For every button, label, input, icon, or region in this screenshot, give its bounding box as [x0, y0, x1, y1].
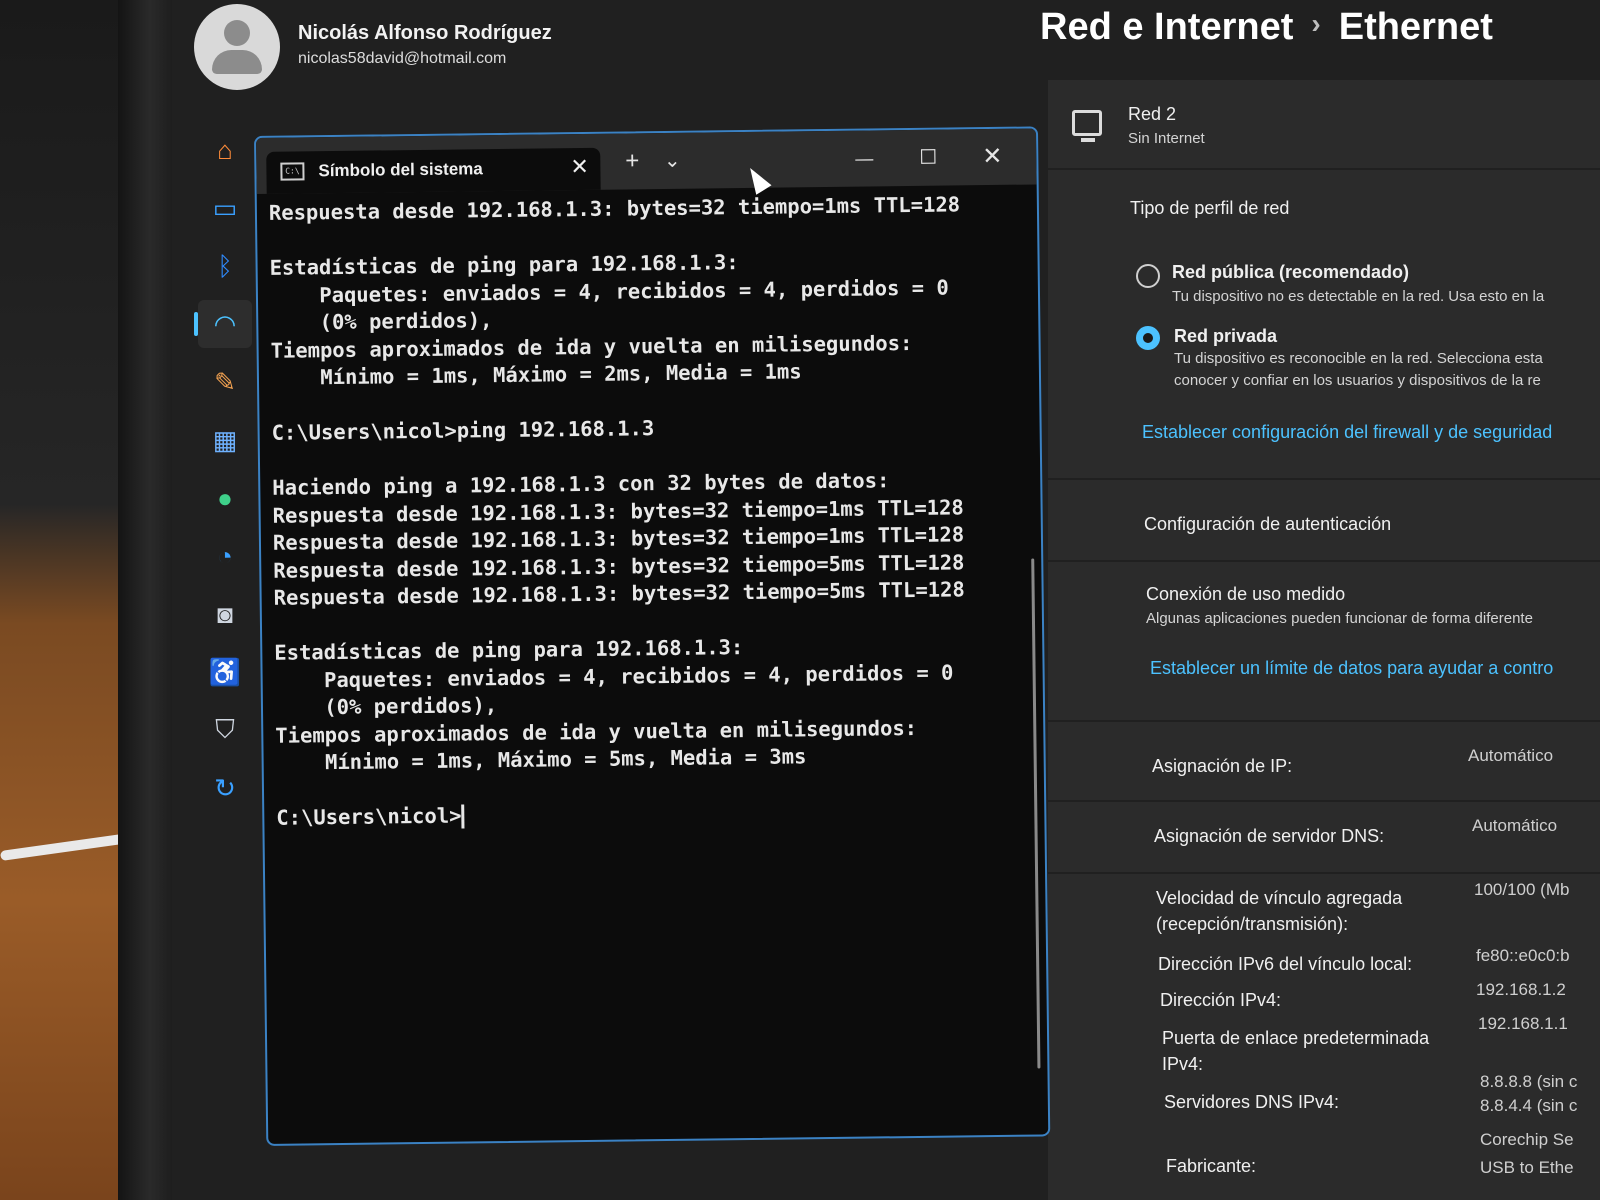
link-speed-label-2: (recepción/transmisión):	[1156, 914, 1349, 934]
link-speed-label-1: Velocidad de vínculo agregada	[1156, 888, 1403, 908]
page-title: Ethernet	[1338, 6, 1493, 48]
divider	[1048, 560, 1600, 562]
account-email: nicolas58david@hotmail.com	[298, 50, 507, 67]
private-network-radio[interactable]	[1136, 326, 1160, 350]
tab-close-icon[interactable]: ✕	[570, 154, 589, 180]
breadcrumb-separator: ›	[1311, 8, 1321, 39]
manufacturer-label: Fabricante:	[1166, 1156, 1257, 1176]
terminal-prompt: C:\Users\nicol>	[276, 803, 462, 830]
terminal-titlebar[interactable]: C:\ Símbolo del sistema ✕ + ⌄ — ☐ ✕	[256, 128, 1037, 194]
dns-servers-label: Servidores DNS IPv4:	[1164, 1092, 1340, 1112]
dns-server-1: 8.8.8.8 (sin c	[1480, 1072, 1578, 1091]
metered-connection-description: Algunas aplicaciones pueden funcionar de…	[1146, 610, 1533, 627]
link-speed-value: 100/100 (Mb	[1474, 880, 1570, 899]
monitor-bezel	[118, 0, 176, 1200]
minimize-button[interactable]: —	[844, 144, 884, 172]
divider	[1048, 478, 1600, 480]
public-network-radio[interactable]	[1136, 264, 1160, 288]
public-network-label[interactable]: Red pública (recomendado)	[1172, 262, 1409, 283]
gateway-label-2: IPv4:	[1162, 1054, 1204, 1074]
private-network-description-2: conocer y confiar en los usuarios y disp…	[1174, 372, 1541, 389]
avatar-head-icon	[224, 20, 250, 46]
network-name: Red 2	[1128, 104, 1177, 124]
tab-command-prompt[interactable]: C:\ Símbolo del sistema ✕	[266, 147, 601, 194]
personalization-icon[interactable]: ✎	[198, 358, 252, 406]
manufacturer-value-2: USB to Ethe	[1480, 1158, 1574, 1177]
avatar-body-icon	[212, 50, 262, 74]
home-icon[interactable]: ⌂	[198, 126, 252, 174]
account-name: Nicolás Alfonso Rodríguez	[298, 22, 552, 44]
ip-assignment-value: Automático	[1468, 746, 1554, 765]
tab-dropdown-button[interactable]: ⌄	[652, 147, 692, 175]
close-button[interactable]: ✕	[972, 143, 1012, 171]
dns-assignment-value: Automático	[1472, 816, 1558, 835]
ip-assignment-label: Asignación de IP:	[1152, 756, 1293, 776]
ipv6-value: fe80::e0c0:b	[1476, 946, 1570, 965]
divider	[1048, 872, 1600, 874]
ethernet-icon	[1072, 110, 1102, 142]
windows-update-icon[interactable]: ↻	[198, 764, 252, 812]
divider	[1048, 720, 1600, 722]
ipv6-label: Dirección IPv6 del vínculo local:	[1158, 954, 1413, 974]
gaming-icon[interactable]: ◙	[198, 590, 252, 638]
breadcrumb-parent[interactable]: Red e Internet	[1040, 6, 1293, 48]
divider	[1048, 168, 1600, 170]
privacy-security-icon[interactable]: ⛉	[198, 706, 252, 754]
divider	[1048, 800, 1600, 802]
accounts-icon[interactable]: ●	[198, 474, 252, 522]
new-tab-button[interactable]: +	[612, 147, 652, 175]
manufacturer-value: Corechip Se	[1480, 1130, 1574, 1149]
network-status: Sin Internet	[1128, 130, 1205, 147]
maximize-button[interactable]: ☐	[908, 144, 948, 172]
ipv4-value: 192.168.1.2	[1476, 980, 1566, 999]
firewall-settings-link[interactable]: Establecer configuración del firewall y …	[1142, 422, 1552, 443]
accessibility-icon[interactable]: ♿	[198, 648, 252, 696]
time-language-icon[interactable]: ◔	[198, 532, 252, 580]
network-icon[interactable]: ◠	[194, 300, 252, 348]
private-network-label[interactable]: Red privada	[1174, 326, 1277, 347]
command-prompt-icon: C:\	[280, 162, 305, 181]
terminal-output[interactable]: Respuesta desde 192.168.1.3: bytes=32 ti…	[269, 191, 1040, 1140]
public-network-description: Tu dispositivo no es detectable en la re…	[1172, 288, 1545, 305]
private-network-description-1: Tu dispositivo es reconocible en la red.…	[1174, 350, 1543, 367]
avatar[interactable]	[194, 4, 280, 90]
ipv4-label: Dirección IPv4:	[1160, 990, 1282, 1010]
apps-icon[interactable]: ▦	[198, 416, 252, 464]
text-cursor	[461, 804, 465, 829]
ethernet-settings-panel: Red 2 Sin Internet Tipo de perfil de red…	[1048, 80, 1600, 1200]
gateway-value: 192.168.1.1	[1478, 1014, 1568, 1033]
authentication-settings[interactable]: Configuración de autenticación	[1144, 514, 1391, 535]
dns-assignment-label: Asignación de servidor DNS:	[1154, 826, 1385, 846]
tab-title: Símbolo del sistema	[318, 159, 483, 181]
settings-window: Nicolás Alfonso Rodríguez nicolas58david…	[172, 0, 1600, 1200]
metered-connection-title: Conexión de uso medido	[1146, 584, 1346, 604]
gateway-label-1: Puerta de enlace predeterminada	[1162, 1028, 1430, 1048]
profile-type-heading: Tipo de perfil de red	[1130, 198, 1290, 218]
bluetooth-icon[interactable]: ᛒ	[198, 242, 252, 290]
command-prompt-window[interactable]: C:\ Símbolo del sistema ✕ + ⌄ — ☐ ✕ Resp…	[254, 126, 1051, 1146]
system-icon[interactable]: ▭	[198, 184, 252, 232]
breadcrumb: Red e Internet › Ethernet	[1040, 6, 1493, 49]
data-limit-link[interactable]: Establecer un límite de datos para ayuda…	[1150, 658, 1553, 679]
dns-server-2: 8.8.4.4 (sin c	[1480, 1096, 1578, 1115]
